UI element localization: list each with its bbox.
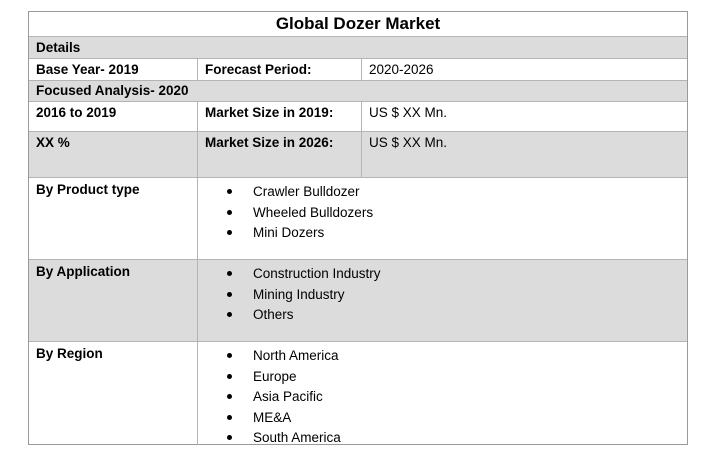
bullet-icon (227, 271, 232, 276)
forecast-label-cell: Forecast Period: (198, 59, 362, 80)
details-label: Details (36, 40, 81, 55)
bullet-icon (227, 291, 232, 297)
details-row: Details (29, 37, 687, 59)
focused-analysis: Focused Analysis- 2020 (36, 83, 189, 98)
bullet-icon (227, 312, 232, 317)
list-item: Wheeled Bulldozers (198, 203, 687, 224)
list-item: North America (198, 346, 687, 367)
market-size-2019-value: US $ XX Mn. (369, 105, 448, 120)
list-item: Mini Dozers (198, 223, 687, 244)
application-label-cell: By Application (29, 260, 198, 341)
bullet-icon (227, 230, 232, 235)
list-item: Asia Pacific (198, 387, 687, 408)
base-year-cell: Base Year- 2019 (29, 59, 198, 80)
list-item: Others (198, 305, 687, 326)
list-item: South America (198, 428, 687, 449)
period-range-cell: 2016 to 2019 (29, 102, 198, 131)
cagr-cell: XX % (29, 132, 198, 177)
market-size-2026-row: XX % Market Size in 2026: US $ XX Mn. (29, 132, 687, 178)
cagr-value: XX % (36, 135, 70, 150)
region-label: By Region (36, 346, 103, 361)
product-type-label-cell: By Product type (29, 178, 198, 259)
base-year: Base Year- 2019 (36, 62, 139, 77)
product-type-list: Crawler Bulldozer Wheeled Bulldozers Min… (198, 178, 687, 244)
bullet-icon (227, 435, 232, 440)
list-item: Construction Industry (198, 264, 687, 285)
bullet-icon (227, 394, 232, 399)
forecast-value-cell: 2020-2026 (362, 59, 687, 80)
market-size-2026-value-cell: US $ XX Mn. (362, 132, 687, 177)
region-list-cell: North America Europe Asia Pacific ME&A S… (198, 342, 687, 445)
list-item: ME&A (198, 408, 687, 429)
market-size-2019-row: 2016 to 2019 Market Size in 2019: US $ X… (29, 102, 687, 132)
market-size-2026-value: US $ XX Mn. (369, 135, 448, 150)
application-list: Construction Industry Mining Industry Ot… (198, 260, 687, 326)
period-range: 2016 to 2019 (36, 105, 117, 120)
forecast-period-label: Forecast Period: (205, 62, 312, 77)
market-size-2019-label-cell: Market Size in 2019: (198, 102, 362, 131)
focused-analysis-row: Focused Analysis- 2020 (29, 81, 687, 102)
product-type-row: By Product type Crawler Bulldozer Wheele… (29, 178, 687, 260)
application-label: By Application (36, 264, 131, 279)
bullet-icon (227, 414, 232, 420)
forecast-period-value: 2020-2026 (369, 62, 434, 77)
application-row: By Application Construction Industry Min… (29, 260, 687, 342)
bullet-icon (227, 373, 232, 379)
report-title: Global Dozer Market (275, 14, 441, 33)
market-size-2019-value-cell: US $ XX Mn. (362, 102, 687, 131)
base-year-row: Base Year- 2019 Forecast Period: 2020-20… (29, 59, 687, 81)
list-item: Crawler Bulldozer (198, 182, 687, 203)
market-report-table: Global Dozer Market Details Base Year- 2… (28, 11, 688, 445)
market-size-2026-label-cell: Market Size in 2026: (198, 132, 362, 177)
market-size-2026-label: Market Size in 2026: (205, 135, 334, 150)
bullet-icon (227, 189, 232, 194)
market-size-2019-label: Market Size in 2019: (205, 105, 334, 120)
product-type-list-cell: Crawler Bulldozer Wheeled Bulldozers Min… (198, 178, 687, 259)
application-list-cell: Construction Industry Mining Industry Ot… (198, 260, 687, 341)
title-row: Global Dozer Market (29, 12, 687, 37)
list-item: Mining Industry (198, 285, 687, 306)
bullet-icon (227, 209, 232, 215)
region-row: By Region North America Europe Asia Paci… (29, 342, 687, 445)
region-label-cell: By Region (29, 342, 198, 445)
list-item: Europe (198, 367, 687, 388)
bullet-icon (227, 353, 232, 358)
region-list: North America Europe Asia Pacific ME&A S… (198, 342, 687, 449)
product-type-label: By Product type (36, 182, 140, 197)
